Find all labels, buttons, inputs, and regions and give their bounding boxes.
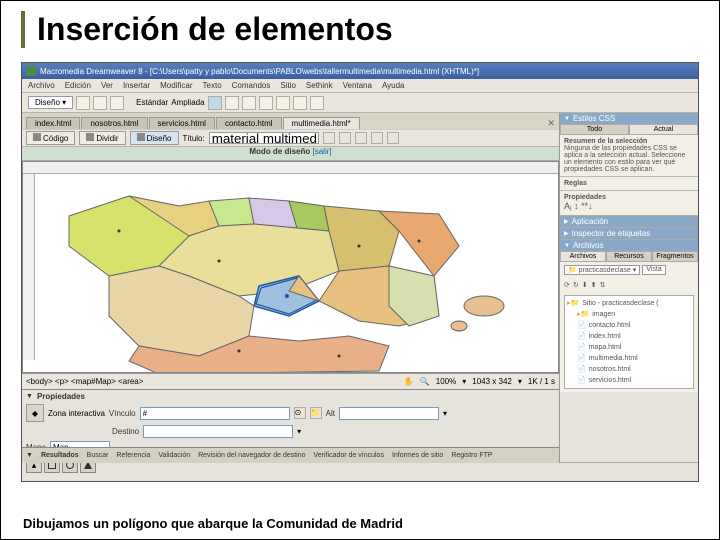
side-panel-group: ▼Estilos CSS Todo Actual Resumen de la s… bbox=[560, 113, 698, 463]
results-tab-informes[interactable]: Informes de sitio bbox=[392, 452, 443, 459]
status-bar: <body> <p> <map#Map> <area> ✋ 🔍 100% ▾ 1… bbox=[22, 373, 559, 389]
results-tab-validacion[interactable]: Validación bbox=[158, 452, 190, 459]
design-mode-bar: Modo de diseño [salir] bbox=[22, 147, 559, 161]
dest-label: Destino bbox=[112, 427, 139, 436]
ruler-horizontal bbox=[23, 162, 558, 174]
insert-icon[interactable] bbox=[93, 96, 107, 110]
page-size: 1K / 1 s bbox=[528, 377, 555, 386]
insert-icon[interactable] bbox=[110, 96, 124, 110]
insert-icon[interactable] bbox=[242, 96, 256, 110]
insert-icon[interactable] bbox=[259, 96, 273, 110]
insert-tab[interactable] bbox=[208, 96, 222, 110]
files-tab-archivos[interactable]: Archivos bbox=[560, 251, 606, 262]
tab-contacto[interactable]: contacto.html bbox=[216, 117, 282, 129]
link-label: Vínculo bbox=[109, 409, 136, 418]
css-panel-header[interactable]: ▼Estilos CSS bbox=[560, 113, 698, 124]
window-title: Macromedia Dreamweaver 8 - [C:\Users\pat… bbox=[40, 67, 479, 76]
files-tab-recursos[interactable]: Recursos bbox=[606, 251, 652, 262]
view-design-button[interactable]: Diseño bbox=[130, 131, 179, 145]
results-tab-ftp[interactable]: Registro FTP bbox=[451, 452, 492, 459]
view-code-button[interactable]: Código bbox=[26, 131, 75, 145]
exit-design-mode-link[interactable]: [salir] bbox=[313, 147, 332, 156]
tab-servicios[interactable]: servicios.html bbox=[149, 117, 215, 129]
insert-icon[interactable] bbox=[293, 96, 307, 110]
get-icon[interactable]: ⬇ bbox=[582, 281, 588, 289]
insert-icon[interactable] bbox=[310, 96, 324, 110]
menu-ver[interactable]: Ver bbox=[101, 81, 113, 90]
insert-icon[interactable] bbox=[276, 96, 290, 110]
toolbar-icon[interactable] bbox=[371, 132, 383, 144]
site-selector[interactable]: 📁 practicasdeclase ▾ bbox=[564, 265, 640, 275]
menu-sitio[interactable]: Sitio bbox=[280, 81, 296, 90]
menu-insertar[interactable]: Insertar bbox=[123, 81, 150, 90]
insert-icon[interactable] bbox=[76, 96, 90, 110]
files-tab-fragmentos[interactable]: Fragmentos bbox=[652, 251, 698, 262]
css-tab-todo[interactable]: Todo bbox=[560, 124, 629, 135]
results-tab-vinculos[interactable]: Verificador de vínculos bbox=[314, 452, 384, 459]
hand-tool-icon[interactable]: ✋ bbox=[404, 377, 414, 386]
results-tab-buscar[interactable]: Buscar bbox=[87, 452, 109, 459]
file-tree[interactable]: ▸📁Sitio - practicasdeclase ( ▸📁imagen 📄c… bbox=[564, 295, 694, 389]
design-canvas[interactable] bbox=[22, 161, 559, 373]
spain-map-image[interactable] bbox=[39, 176, 519, 373]
insert-category-select[interactable]: Diseño ▾ bbox=[28, 96, 73, 109]
menu-ventana[interactable]: Ventana bbox=[343, 81, 372, 90]
title-input[interactable] bbox=[209, 132, 319, 144]
dest-input[interactable] bbox=[143, 425, 293, 438]
menu-ayuda[interactable]: Ayuda bbox=[382, 81, 405, 90]
toolbar-icon[interactable] bbox=[355, 132, 367, 144]
view-split-button[interactable]: Dividir bbox=[79, 131, 125, 145]
document-toolbar: Código Dividir Diseño Título: bbox=[22, 129, 559, 147]
toolbar-icon[interactable] bbox=[323, 132, 335, 144]
connect-icon[interactable]: ⟳ bbox=[564, 281, 570, 289]
menu-bar: Archivo Edición Ver Insertar Modificar T… bbox=[22, 79, 698, 93]
properties-panel: ▼Propiedades ◆ Zona interactiva Vínculo … bbox=[22, 389, 559, 447]
css-tab-actual[interactable]: Actual bbox=[629, 124, 698, 135]
window-titlebar: Macromedia Dreamweaver 8 - [C:\Users\pat… bbox=[22, 63, 698, 79]
zone-label: Zona interactiva bbox=[48, 409, 105, 418]
insert-bar: Diseño ▾ Estándar Ampliada bbox=[22, 93, 698, 113]
put-icon[interactable]: ⬆ bbox=[591, 281, 597, 289]
app-icon bbox=[26, 66, 36, 76]
sync-icon[interactable]: ⇅ bbox=[600, 281, 606, 289]
css-summary-text: Ninguna de las propiedades CSS se aplica… bbox=[564, 145, 685, 173]
menu-modificar[interactable]: Modificar bbox=[160, 81, 192, 90]
menu-comandos[interactable]: Comandos bbox=[232, 81, 271, 90]
tag-selector[interactable]: <body> <p> <map#Map> <area> bbox=[26, 377, 143, 386]
slide-caption: Dibujamos un polígono que abarque la Com… bbox=[19, 516, 407, 531]
document-tabs: index.html nosotros.html servicios.html … bbox=[22, 113, 559, 129]
tag-panel-header[interactable]: ▶Inspector de etiquetas bbox=[560, 228, 698, 239]
zoom-value[interactable]: 100% bbox=[436, 377, 456, 386]
toolbar-icon[interactable] bbox=[339, 132, 351, 144]
menu-archivo[interactable]: Archivo bbox=[28, 81, 55, 90]
zoom-tool-icon[interactable]: 🔍 bbox=[420, 377, 430, 386]
alt-label: Alt bbox=[326, 409, 335, 418]
tab-multimedia[interactable]: multimedia.html* bbox=[283, 117, 360, 129]
tab-index[interactable]: index.html bbox=[26, 117, 80, 129]
insert-icon[interactable] bbox=[225, 96, 239, 110]
files-panel-header[interactable]: ▼Archivos bbox=[560, 240, 698, 251]
view-selector[interactable]: Vista bbox=[642, 265, 665, 275]
results-tab-revision[interactable]: Revisión del navegador de destino bbox=[198, 452, 305, 459]
menu-edicion[interactable]: Edición bbox=[65, 81, 91, 90]
canvas-dimensions: 1043 x 342 bbox=[472, 377, 512, 386]
alt-input[interactable] bbox=[339, 407, 439, 420]
link-input[interactable] bbox=[140, 407, 290, 420]
toolbar-icon[interactable] bbox=[387, 132, 399, 144]
results-tab-referencia[interactable]: Referencia bbox=[116, 452, 150, 459]
refresh-icon[interactable]: ↻ bbox=[573, 281, 579, 289]
menu-texto[interactable]: Texto bbox=[203, 81, 222, 90]
browse-folder-icon[interactable]: 📁 bbox=[310, 407, 322, 419]
results-panel: ▼ Resultados Buscar Referencia Validació… bbox=[22, 447, 559, 463]
slide-title: Inserción de elementos bbox=[37, 11, 699, 48]
tab-nosotros[interactable]: nosotros.html bbox=[81, 117, 147, 129]
app-panel-header[interactable]: ▶Aplicación bbox=[560, 216, 698, 227]
close-tab-icon[interactable]: ✕ bbox=[547, 118, 555, 129]
menu-sethink[interactable]: Sethink bbox=[306, 81, 333, 90]
title-label: Título: bbox=[183, 134, 205, 143]
hotspot-icon: ◆ bbox=[26, 404, 44, 422]
ruler-vertical bbox=[23, 174, 35, 360]
dreamweaver-window: Macromedia Dreamweaver 8 - [C:\Users\pat… bbox=[21, 62, 699, 482]
point-to-file-icon[interactable]: ⊙ bbox=[294, 407, 306, 419]
